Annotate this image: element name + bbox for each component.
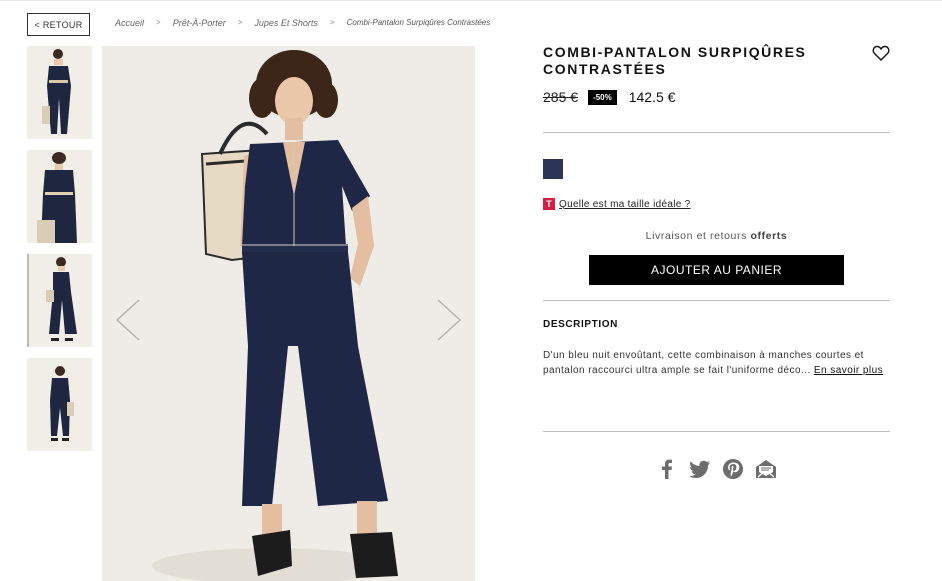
delivery-info: Livraison et retours offerts <box>543 230 890 242</box>
divider <box>543 300 890 301</box>
description-title: DESCRIPTION <box>543 319 618 330</box>
add-to-cart-button[interactable]: AJOUTER AU PANIER <box>589 255 844 285</box>
breadcrumb-current: Combi-Pantalon Surpiqûres Contrastées <box>346 18 491 27</box>
main-product-image <box>102 46 475 581</box>
model-photo <box>102 46 475 581</box>
prev-image-arrow[interactable] <box>113 297 143 343</box>
delivery-offered: offerts <box>750 230 788 242</box>
discount-badge: -50% <box>588 89 617 105</box>
breadcrumb: Accueil > Prêt-À-Porter > Jupes Et Short… <box>115 18 490 28</box>
breadcrumb-separator: > <box>156 18 161 27</box>
thumbnail-3[interactable] <box>27 254 92 347</box>
divider <box>543 132 890 133</box>
email-icon[interactable] <box>755 458 777 480</box>
pinterest-icon[interactable] <box>722 458 744 480</box>
top-divider <box>0 0 942 1</box>
next-image-arrow[interactable] <box>434 297 464 343</box>
price-row: 285 € -50% 142.5 € <box>543 88 890 106</box>
breadcrumb-item-home[interactable]: Accueil <box>115 18 144 28</box>
size-guide-link[interactable]: Quelle est ma taille idéale ? <box>559 199 691 210</box>
chevron-right-icon <box>437 299 462 341</box>
thumbnail-image <box>27 150 92 243</box>
size-guide-row: T Quelle est ma taille idéale ? <box>543 198 890 210</box>
thumbnail-image <box>27 358 92 451</box>
facebook-icon[interactable] <box>656 458 678 480</box>
delivery-text: Livraison et retours <box>645 230 747 242</box>
thumbnail-1[interactable] <box>27 46 92 139</box>
description-text: D'un bleu nuit envoûtant, cette combinai… <box>543 348 890 378</box>
thumbnail-list <box>27 46 93 462</box>
share-icons <box>543 458 890 480</box>
thumbnail-image <box>27 46 92 139</box>
breadcrumb-separator: > <box>329 18 335 27</box>
size-guide-icon: T <box>543 198 555 210</box>
sale-price: 142.5 € <box>628 89 676 105</box>
thumbnail-2[interactable] <box>27 150 92 243</box>
read-more-link[interactable]: En savoir plus <box>814 365 883 376</box>
wishlist-heart-icon[interactable] <box>872 44 890 62</box>
chevron-left-icon <box>115 299 140 341</box>
back-button[interactable]: < RETOUR <box>27 13 90 36</box>
breadcrumb-item-pret-a-porter[interactable]: Prêt-À-Porter <box>173 18 226 28</box>
color-swatch-navy[interactable] <box>543 159 563 179</box>
thumbnail-image <box>29 254 92 347</box>
old-price: 285 € <box>543 89 579 105</box>
thumbnail-4[interactable] <box>27 358 92 451</box>
twitter-icon[interactable] <box>689 458 711 480</box>
breadcrumb-separator: > <box>237 18 243 27</box>
breadcrumb-item-jupes-shorts[interactable]: Jupes Et Shorts <box>254 18 318 28</box>
product-title: COMBI-PANTALON SURPIQÛRES CONTRASTÉES <box>543 44 807 77</box>
product-info: COMBI-PANTALON SURPIQÛRES CONTRASTÉES 28… <box>543 44 890 480</box>
divider <box>543 431 890 432</box>
